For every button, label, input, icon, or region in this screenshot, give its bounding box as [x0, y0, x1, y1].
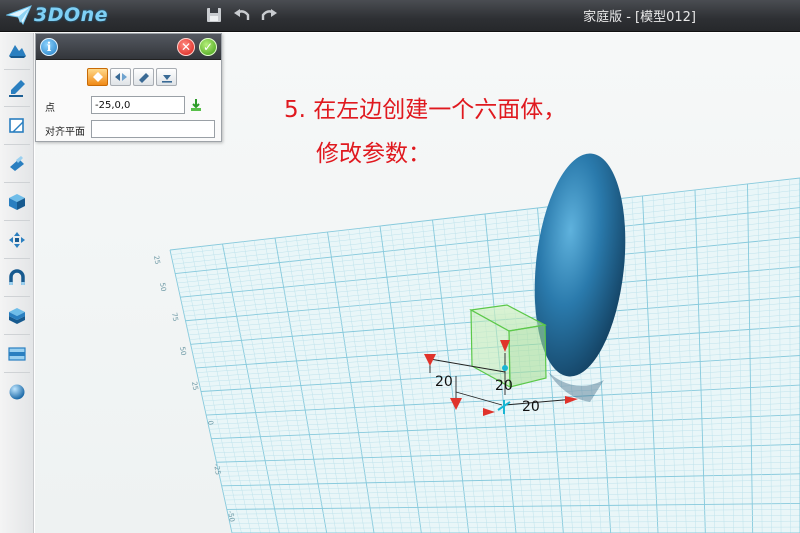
special-modeling-icon	[10, 156, 24, 171]
sidebar-item-material[interactable]	[3, 377, 31, 407]
save-icon	[207, 8, 221, 22]
dimension-width-label[interactable]: 20	[435, 374, 453, 390]
mode-download-button[interactable]	[156, 68, 177, 86]
undo-button[interactable]	[232, 5, 252, 25]
sidebar-divider	[4, 296, 30, 297]
align-plane-label: 对齐平面	[45, 127, 85, 138]
sidebar-divider	[4, 258, 30, 259]
sidebar-item-transform[interactable]	[3, 225, 31, 255]
close-icon: ✕	[180, 40, 192, 54]
sidebar-item-special-modeling[interactable]	[3, 149, 31, 179]
mode-pen-button[interactable]	[133, 68, 154, 86]
point-input[interactable]	[91, 96, 185, 114]
mirror-mode-icon	[114, 73, 127, 81]
download-mode-icon	[161, 75, 172, 83]
sidebar-item-sketch[interactable]	[3, 73, 31, 103]
sidebar-divider	[4, 144, 30, 145]
paper-plane-icon	[6, 5, 32, 26]
sidebar-item-combine[interactable]	[3, 263, 31, 293]
view-panel-icon	[8, 347, 26, 361]
undo-icon	[234, 9, 250, 20]
instruction-line-1: 5. 在左边创建一个六面体，	[284, 97, 567, 123]
pick-point-icon[interactable]	[189, 98, 203, 112]
grid-tick-label: 75	[170, 312, 179, 322]
grid-tick-label: -25	[212, 463, 222, 476]
sketch-edit-icon	[9, 118, 24, 133]
grid-tick-label: 25	[152, 255, 161, 265]
point-label: 点	[45, 103, 55, 114]
confirm-button[interactable]: ✓	[199, 38, 217, 56]
material-sphere-icon	[9, 384, 25, 400]
sidebar-item-view[interactable]	[3, 339, 31, 369]
sidebar-divider	[4, 220, 30, 221]
redo-button[interactable]	[259, 5, 279, 25]
transform-move-icon	[9, 232, 25, 248]
sidebar-item-sketch-edit[interactable]	[3, 111, 31, 141]
dimension-depth-label[interactable]: 20	[522, 399, 540, 415]
app-logo: 3DOne	[6, 4, 108, 26]
mode-mirror-button[interactable]	[110, 68, 131, 86]
instruction-line-2: 修改参数：	[316, 141, 431, 167]
grid-tick-label: -50	[226, 510, 236, 523]
sidebar-divider	[4, 372, 30, 373]
sidebar-divider	[4, 334, 30, 335]
library-box-icon	[9, 308, 25, 324]
check-icon: ✓	[202, 40, 214, 54]
sidebar-item-library[interactable]	[3, 301, 31, 331]
property-panel: i ✕ ✓ 点 对齐平面	[35, 33, 222, 142]
grid-tick-label: 50	[158, 282, 167, 292]
mode-button-row	[87, 68, 177, 86]
basic-solid-icon	[9, 45, 26, 58]
grid-tick-label: 50	[178, 346, 187, 356]
sidebar-item-feature[interactable]	[3, 187, 31, 217]
sidebar-item-basic-solid[interactable]	[3, 36, 31, 66]
align-plane-input[interactable]	[91, 120, 215, 138]
dimension-height-label[interactable]: 20	[495, 378, 513, 394]
save-button[interactable]	[204, 5, 224, 25]
sidebar-divider	[4, 69, 30, 70]
mode-diamond-button[interactable]	[87, 68, 108, 86]
sidebar-divider	[4, 106, 30, 107]
left-toolbar	[0, 33, 34, 533]
title-bar: 3DOne 家庭版 - [模型012]	[0, 0, 800, 32]
combine-magnet-icon	[9, 269, 25, 285]
window-title: 家庭版 - [模型012]	[583, 10, 696, 25]
cancel-button[interactable]: ✕	[177, 38, 195, 56]
logo-text: 3DOne	[34, 4, 109, 26]
sidebar-divider	[4, 182, 30, 183]
panel-header: i ✕ ✓	[36, 34, 221, 60]
diamond-mode-icon	[92, 72, 103, 82]
pen-mode-icon	[138, 73, 149, 83]
redo-icon	[261, 9, 277, 20]
feature-cube-icon	[9, 194, 25, 210]
grid-tick-label: 25	[190, 381, 199, 391]
info-icon[interactable]: i	[40, 38, 58, 56]
sketch-pencil-icon	[9, 80, 25, 97]
